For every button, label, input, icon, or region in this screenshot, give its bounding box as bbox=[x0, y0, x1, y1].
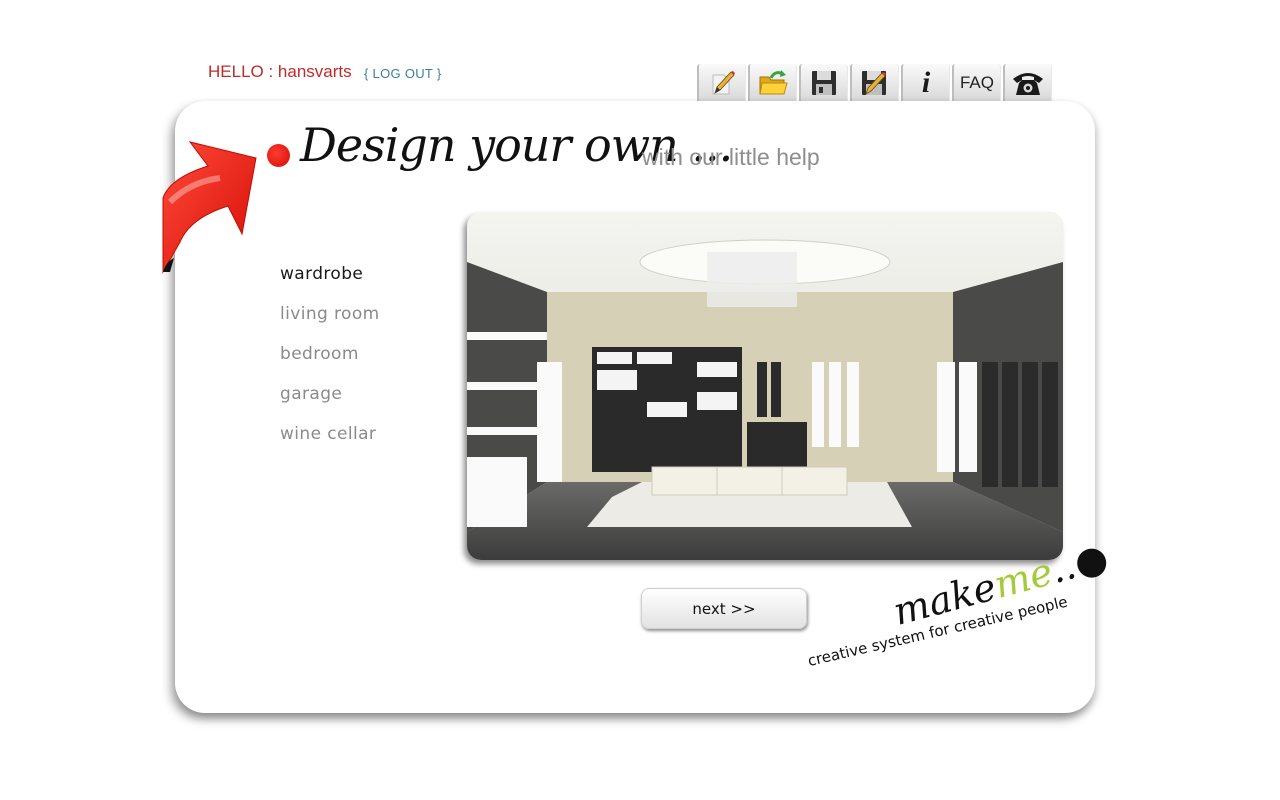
folder-open-icon bbox=[759, 70, 788, 95]
save-as-button[interactable] bbox=[850, 64, 899, 102]
telephone-icon bbox=[1013, 73, 1043, 95]
menu-item-living-room[interactable]: living room bbox=[280, 304, 380, 344]
greeting: HELLO : hansvarts bbox=[208, 62, 352, 82]
menu-item-wardrobe[interactable]: wardrobe bbox=[280, 264, 380, 304]
save-button[interactable] bbox=[799, 64, 848, 102]
wardrobe-render bbox=[467, 212, 1063, 560]
logout-link[interactable]: { LOG OUT } bbox=[364, 66, 441, 81]
faq-label: FAQ bbox=[959, 73, 994, 92]
menu-item-bedroom[interactable]: bedroom bbox=[280, 344, 380, 384]
faq-button[interactable]: FAQ bbox=[952, 64, 1001, 102]
makeme-logo: makeme..● creative system for creative p… bbox=[800, 535, 1113, 692]
edit-button[interactable] bbox=[697, 64, 746, 102]
room-menu: wardrobe living room bedroom garage wine… bbox=[280, 264, 380, 464]
next-button[interactable]: next >> bbox=[641, 588, 807, 629]
floppy-disk-icon bbox=[812, 71, 836, 95]
contact-button[interactable] bbox=[1003, 64, 1052, 102]
page-subtitle: with our little help bbox=[642, 144, 820, 170]
menu-item-wine-cellar[interactable]: wine cellar bbox=[280, 424, 380, 464]
open-button[interactable] bbox=[748, 64, 797, 102]
room-preview-image bbox=[467, 212, 1063, 560]
toolbar: i FAQ bbox=[697, 64, 1052, 102]
pencil-icon bbox=[712, 71, 735, 95]
floppy-pencil-icon bbox=[862, 71, 886, 95]
username: hansvarts bbox=[277, 62, 352, 81]
info-icon: i bbox=[921, 66, 931, 99]
red-arrow-icon bbox=[162, 141, 257, 274]
title-bullet bbox=[267, 144, 290, 167]
info-button[interactable]: i bbox=[901, 64, 950, 102]
menu-item-garage[interactable]: garage bbox=[280, 384, 380, 424]
greeting-prefix: HELLO : bbox=[208, 62, 278, 81]
